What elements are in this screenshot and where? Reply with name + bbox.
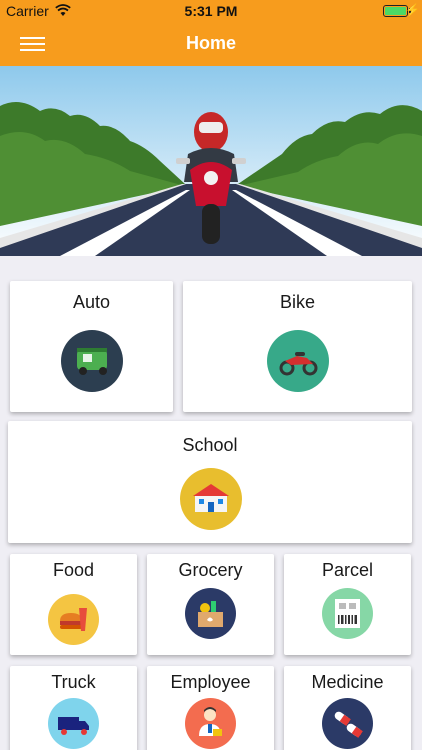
service-card-grocery[interactable]: Grocery	[147, 554, 274, 655]
charging-icon: ⚡	[405, 3, 420, 17]
service-label: Employee	[170, 672, 251, 692]
service-card-bike[interactable]: Bike	[183, 281, 412, 412]
navigation-bar: Home	[0, 22, 422, 66]
banner-image	[0, 66, 422, 256]
truck-icon	[48, 698, 99, 749]
service-card-parcel[interactable]: Parcel	[284, 554, 411, 655]
service-card-employee[interactable]: Employee	[147, 666, 274, 750]
parcel-label-icon	[322, 588, 373, 639]
school-building-icon	[180, 468, 242, 530]
medicine-pills-icon	[322, 698, 373, 749]
employee-icon	[185, 698, 236, 749]
status-bar: Carrier 5:31 PM ⚡	[0, 0, 422, 22]
food-icon	[48, 594, 99, 645]
auto-rickshaw-icon	[61, 330, 123, 392]
service-card-food[interactable]: Food	[10, 554, 137, 655]
service-label: Auto	[72, 292, 111, 312]
service-card-truck[interactable]: Truck	[10, 666, 137, 750]
service-label: Medicine	[311, 672, 384, 692]
service-label: Food	[52, 560, 95, 580]
service-card-auto[interactable]: Auto	[10, 281, 173, 412]
status-time: 5:31 PM	[184, 3, 238, 19]
service-label: School	[182, 435, 238, 455]
service-label: Truck	[51, 672, 96, 692]
service-card-school[interactable]: School	[8, 421, 412, 543]
service-label: Parcel	[321, 560, 374, 580]
grocery-bag-icon	[185, 588, 236, 639]
service-card-medicine[interactable]: Medicine	[284, 666, 411, 750]
service-label: Bike	[279, 292, 315, 312]
service-label: Grocery	[178, 560, 243, 580]
page-title: Home	[185, 33, 236, 53]
motorbike-icon	[267, 330, 329, 392]
